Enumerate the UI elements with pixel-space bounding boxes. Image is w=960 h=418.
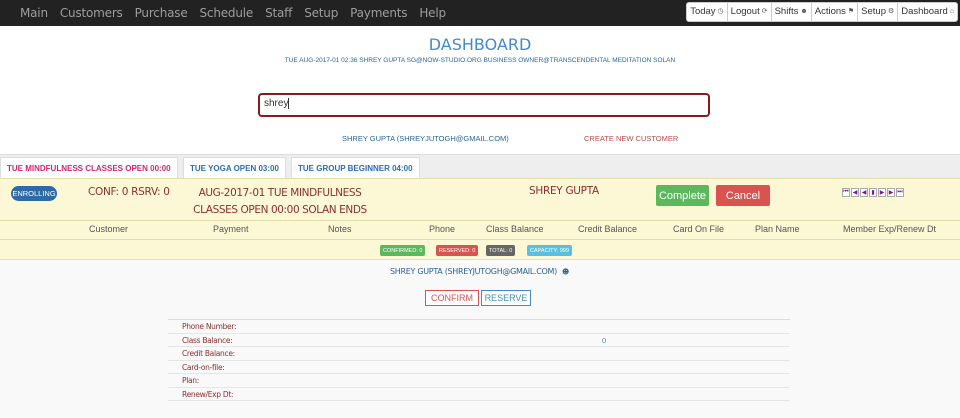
detail-customer: SHREY GUPTA (SHREYJUTOGH@GMAIL.COM) ☻: [390, 267, 569, 276]
gear-icon: ⚙: [888, 8, 895, 15]
student-name: SHREY GUPTA: [529, 185, 599, 197]
class-summary-bar: ENROLLING CONF: 0 RSRV: 0 AUG-2017-01 TU…: [0, 178, 960, 233]
detail-customer-name: SHREY GUPTA (SHREYJUTOGH@GMAIL.COM): [390, 267, 557, 276]
col-payment: Payment: [213, 224, 249, 234]
row-label: Plan:: [182, 376, 199, 385]
reserve-button[interactable]: RESERVE: [481, 290, 531, 306]
col-plan-name: Plan Name: [755, 224, 800, 234]
col-class-balance: Class Balance: [486, 224, 544, 234]
tab-yoga[interactable]: TUE YOGA OPEN 03:00: [183, 157, 286, 179]
prev-step-icon[interactable]: ◀: [860, 188, 868, 197]
prev-icon[interactable]: ◀: [851, 188, 859, 197]
home-icon: ⌂: [949, 8, 954, 15]
customer-detail-table: Phone Number: Class Balance: 0 Credit Bal…: [168, 319, 790, 401]
table-row: Phone Number:: [168, 320, 790, 334]
reserved-badge: RESERVED: 0: [436, 245, 479, 256]
total-badge: TOTAL: 0: [486, 245, 516, 256]
table-row: Class Balance: 0: [168, 334, 790, 347]
setup-label: Setup: [861, 6, 886, 17]
table-row: Plan:: [168, 374, 790, 388]
row-label: Phone Number:: [182, 322, 237, 331]
dashboard-label: Dashboard: [901, 6, 948, 17]
page-title: DASHBOARD: [428, 35, 532, 54]
nav-staff[interactable]: Staff: [265, 6, 292, 20]
next-icon[interactable]: ▶: [887, 188, 895, 197]
clock-icon: ◷: [717, 8, 724, 15]
table-row: Renew/Exp Dt:: [168, 388, 790, 401]
shifts-label: Shifts: [774, 6, 799, 17]
user-icon[interactable]: ☻: [562, 268, 569, 276]
today-button[interactable]: Today ◷: [687, 3, 728, 21]
row-value: 0: [602, 335, 607, 345]
flag-icon: ⚑: [847, 8, 855, 15]
capacity-badge: CAPACITY: 999: [527, 245, 573, 256]
actions-label: Actions: [814, 6, 846, 17]
nav-payments[interactable]: Payments: [350, 6, 407, 20]
logout-button[interactable]: Logout ⟳: [728, 3, 772, 21]
pause-icon[interactable]: ▮: [869, 188, 877, 197]
class-tabs: TUE MINDFULNESS CLASSES OPEN 00:00 TUE Y…: [0, 154, 960, 179]
enrolling-badge[interactable]: ENROLLING: [11, 186, 57, 201]
nav-schedule[interactable]: Schedule: [200, 6, 254, 20]
cancel-button[interactable]: Cancel: [716, 185, 770, 206]
user-icon: ☻: [800, 8, 808, 15]
col-phone: Phone: [429, 224, 456, 234]
tab-group-beginner[interactable]: TUE GROUP BEGINNER 04:00: [291, 157, 420, 179]
customer-search-input[interactable]: shrey: [258, 93, 710, 117]
actions-button[interactable]: Actions ⚑: [812, 3, 859, 21]
text-caret: [288, 98, 290, 109]
row-label: Renew/Exp Dt:: [182, 389, 234, 399]
col-customer: Customer: [89, 224, 129, 234]
row-label: Card-on-file:: [182, 362, 225, 372]
quick-button-group: Today ◷ Logout ⟳ Shifts ☻ Actions ⚑ Setup ⚙ D…: [686, 2, 958, 22]
session-info: TUE AUG-2017-01 02:36 SHREY GUPTA SG@NOW…: [284, 57, 676, 64]
class-counts: CONF: 0 RSRV: 0: [88, 186, 170, 198]
col-credit-balance: Credit Balance: [578, 224, 638, 234]
logout-label: Logout: [730, 6, 760, 17]
nav-setup[interactable]: Setup: [304, 6, 338, 20]
roster-header-row: Customer Payment Notes Phone Class Balan…: [0, 220, 960, 239]
today-label: Today: [690, 6, 716, 17]
nav-purchase[interactable]: Purchase: [135, 6, 188, 20]
confirmed-badge: CONFIRMED: 0: [380, 245, 426, 256]
complete-button[interactable]: Complete: [656, 185, 709, 206]
create-customer-link[interactable]: CREATE NEW CUSTOMER: [584, 134, 678, 143]
customer-suggestion-link[interactable]: SHREY GUPTA (SHREYJUTOGH@GMAIL.COM): [342, 134, 509, 143]
col-member-exp: Member Exp/Renew Dt: [843, 224, 937, 234]
first-icon[interactable]: ⏮: [842, 188, 850, 197]
table-row: Credit Balance:: [168, 347, 790, 361]
dashboard-button[interactable]: Dashboard ⌂: [898, 3, 957, 21]
refresh-icon: ⟳: [761, 8, 768, 15]
nav-customers[interactable]: Customers: [60, 6, 123, 20]
row-label: Class Balance:: [182, 335, 233, 345]
shifts-button[interactable]: Shifts ☻: [772, 3, 812, 21]
tab-mindfulness[interactable]: TUE MINDFULNESS CLASSES OPEN 00:00: [0, 157, 178, 179]
col-card-on-file: Card On File: [673, 224, 725, 234]
search-value: shrey: [264, 98, 289, 110]
table-row: Card-on-file:: [168, 361, 790, 374]
next-step-icon[interactable]: ▶: [878, 188, 886, 197]
last-icon[interactable]: ⏭: [896, 188, 904, 197]
nav-help[interactable]: Help: [419, 6, 446, 20]
setup-button[interactable]: Setup ⚙: [858, 3, 899, 21]
pager-controls: ⏮ ◀ ◀ ▮ ▶ ▶ ⏭: [842, 188, 905, 197]
row-label: Credit Balance:: [182, 349, 235, 358]
roster-status-bar: CONFIRMED: 0 RESERVED: 0 TOTAL: 0 CAPACI…: [0, 239, 960, 260]
top-navbar: Main Customers Purchase Schedule Staff S…: [0, 0, 960, 26]
customer-detail-panel: SHREY GUPTA (SHREYJUTOGH@GMAIL.COM) ☻ CON…: [0, 261, 960, 418]
col-notes: Notes: [328, 224, 352, 234]
main-nav: Main Customers Purchase Schedule Staff S…: [8, 0, 446, 26]
nav-main[interactable]: Main: [20, 6, 48, 20]
confirm-button[interactable]: CONFIRM: [425, 290, 479, 306]
